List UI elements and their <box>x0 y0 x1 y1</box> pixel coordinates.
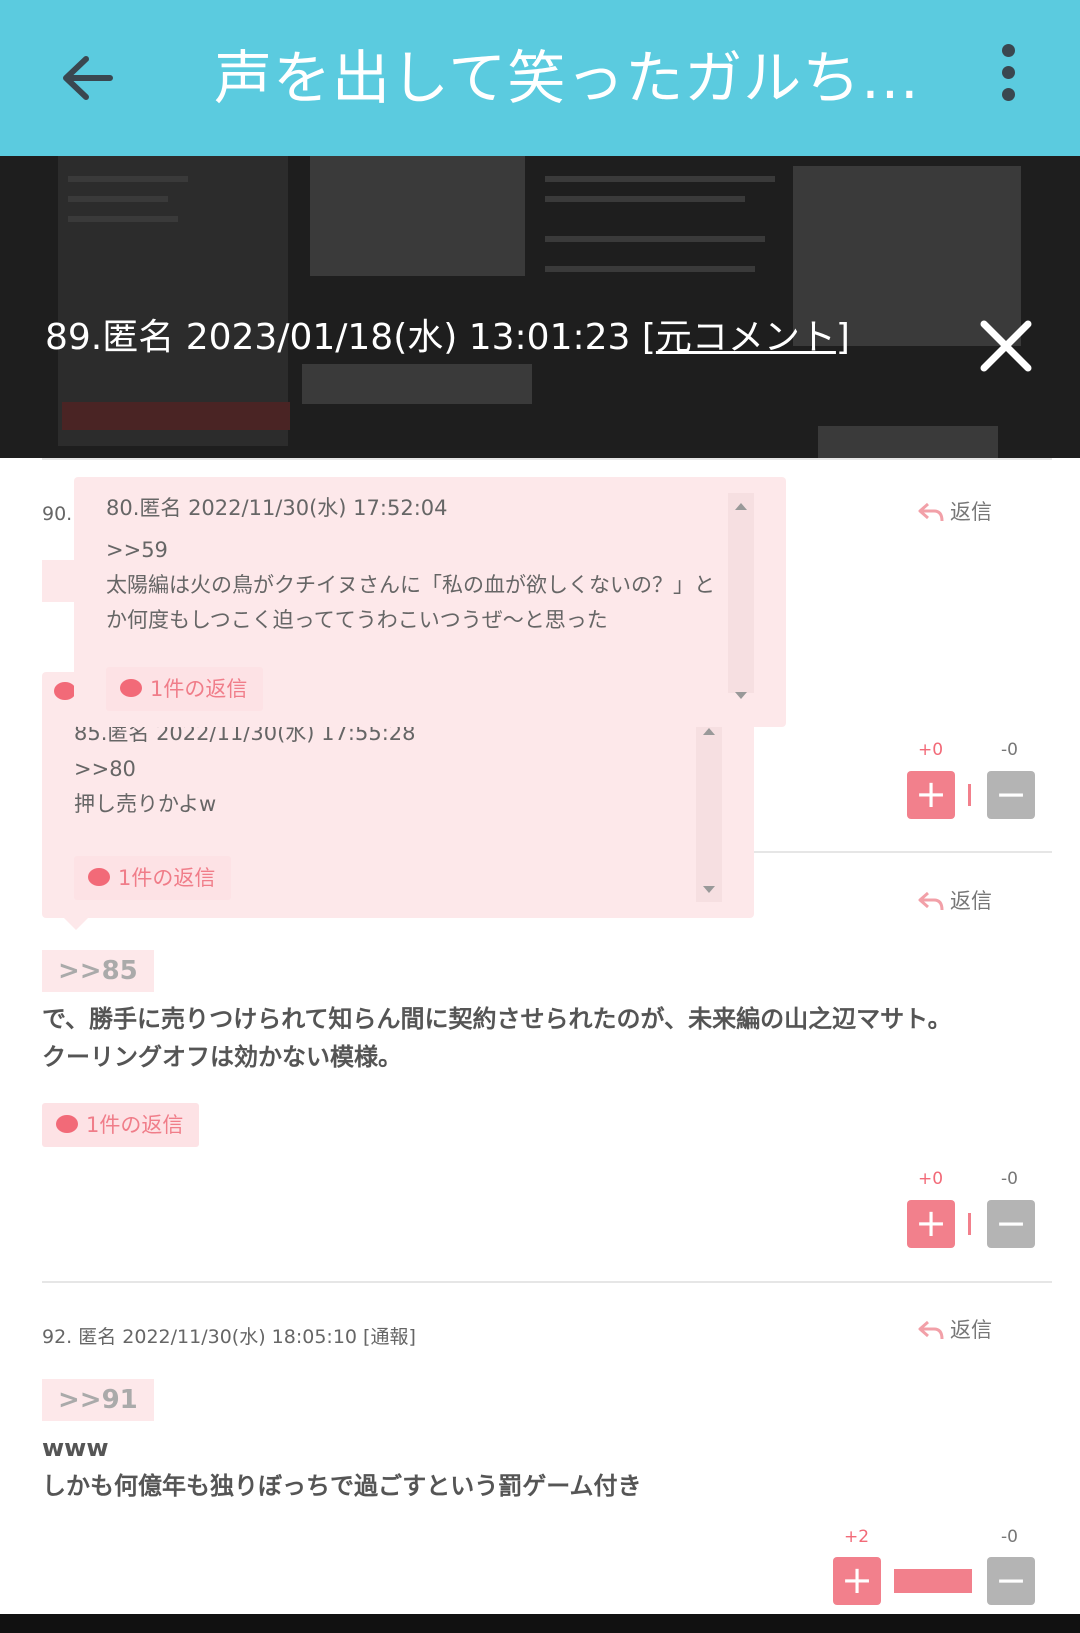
bottom-edge <box>0 1614 1080 1633</box>
scroll-up-icon[interactable] <box>735 503 747 510</box>
popup-text: 太陽編は火の鳥がクチイヌさんに「私の血が欲しくないの？」と か何度もしつこく迫っ… <box>106 573 715 632</box>
vote-bar <box>968 1213 971 1235</box>
reply-button[interactable]: 返信 <box>918 496 992 526</box>
reply-button[interactable]: 返信 <box>918 885 992 915</box>
blurred-thumbnail <box>310 156 525 276</box>
plus-vote-button[interactable]: + <box>833 1557 881 1605</box>
scroll-down-icon[interactable] <box>703 886 715 893</box>
vote-bar <box>968 784 971 806</box>
minus-count: -0 <box>1001 1169 1018 1189</box>
minus-vote-button[interactable]: − <box>987 1557 1035 1605</box>
reply-arrow-icon <box>918 891 944 911</box>
reply-anchor[interactable]: >>85 <box>42 950 154 992</box>
vote-ratio-bar <box>894 1569 972 1593</box>
reply-count-button[interactable]: 1件の返信 <box>74 856 232 900</box>
popup-text: 押し売りかよw <box>74 792 217 816</box>
plus-count: +0 <box>918 1169 944 1189</box>
app-bar: 声を出して笑ったガルち... <box>0 0 1080 156</box>
close-icon[interactable] <box>978 318 1034 374</box>
reply-popup: 80.匿名 2022/11/30(水) 17:52:04 >>59 太陽編は火の… <box>74 477 786 727</box>
image-viewer-overlay: 89.匿名 2023/01/18(水) 13:01:23 [元コメント] <box>0 156 1080 458</box>
comment-text: www しかも何億年も独りぼっちで過ごすという罰ゲーム付き <box>42 1434 642 1500</box>
caption-meta: 89.匿名 2023/01/18(水) 13:01:23 [ <box>45 317 656 358</box>
minus-count: -0 <box>1001 740 1018 760</box>
plus-count: +2 <box>844 1527 870 1547</box>
reply-arrow-icon <box>918 502 944 522</box>
comment-text: で、勝手に売りつけられて知らん間に契約させられたのが、未来編の山之辺マサト。 ク… <box>42 1005 952 1071</box>
popup-anchor[interactable]: >>80 <box>74 752 136 787</box>
reply-button[interactable]: 返信 <box>918 1314 992 1344</box>
reply-arrow-icon <box>918 1320 944 1340</box>
back-arrow-icon[interactable] <box>52 42 124 114</box>
popup-meta: 80.匿名 2022/11/30(水) 17:52:04 <box>106 496 448 520</box>
comment-number: 90. <box>42 503 73 525</box>
page-title: 声を出して笑ったガルち... <box>214 44 914 112</box>
reply-anchor[interactable]: >>91 <box>42 1379 154 1421</box>
popup-scrollbar[interactable] <box>696 722 722 902</box>
popup-scrollbar[interactable] <box>728 493 754 693</box>
image-caption: 89.匿名 2023/01/18(水) 13:01:23 [元コメント] <box>45 308 850 360</box>
minus-count: -0 <box>1001 1527 1018 1547</box>
comment-meta: 92. 匿名 2022/11/30(水) 18:05:10 [通報] <box>42 1326 416 1348</box>
scroll-down-icon[interactable] <box>735 692 747 699</box>
original-comment-link[interactable]: 元コメント <box>656 317 836 358</box>
plus-vote-button[interactable]: + <box>907 771 955 819</box>
popup-anchor[interactable]: >>59 <box>106 533 168 568</box>
speech-bubble-icon <box>54 682 76 700</box>
speech-bubble-icon <box>120 679 142 697</box>
plus-vote-button[interactable]: + <box>907 1200 955 1248</box>
speech-bubble-icon <box>56 1115 78 1133</box>
divider <box>42 458 1052 460</box>
popup-pointer <box>64 918 88 930</box>
speech-bubble-icon <box>88 868 110 886</box>
scroll-up-icon[interactable] <box>703 728 715 735</box>
plus-count: +0 <box>918 740 944 760</box>
more-vert-icon[interactable] <box>982 44 1034 112</box>
divider <box>42 1281 1052 1283</box>
reply-count-button[interactable]: 1件の返信 <box>106 667 264 711</box>
minus-vote-button[interactable]: − <box>987 771 1035 819</box>
caption-bracket: ] <box>835 317 850 358</box>
minus-vote-button[interactable]: − <box>987 1200 1035 1248</box>
reply-count-button[interactable]: 1件の返信 <box>42 1103 200 1147</box>
